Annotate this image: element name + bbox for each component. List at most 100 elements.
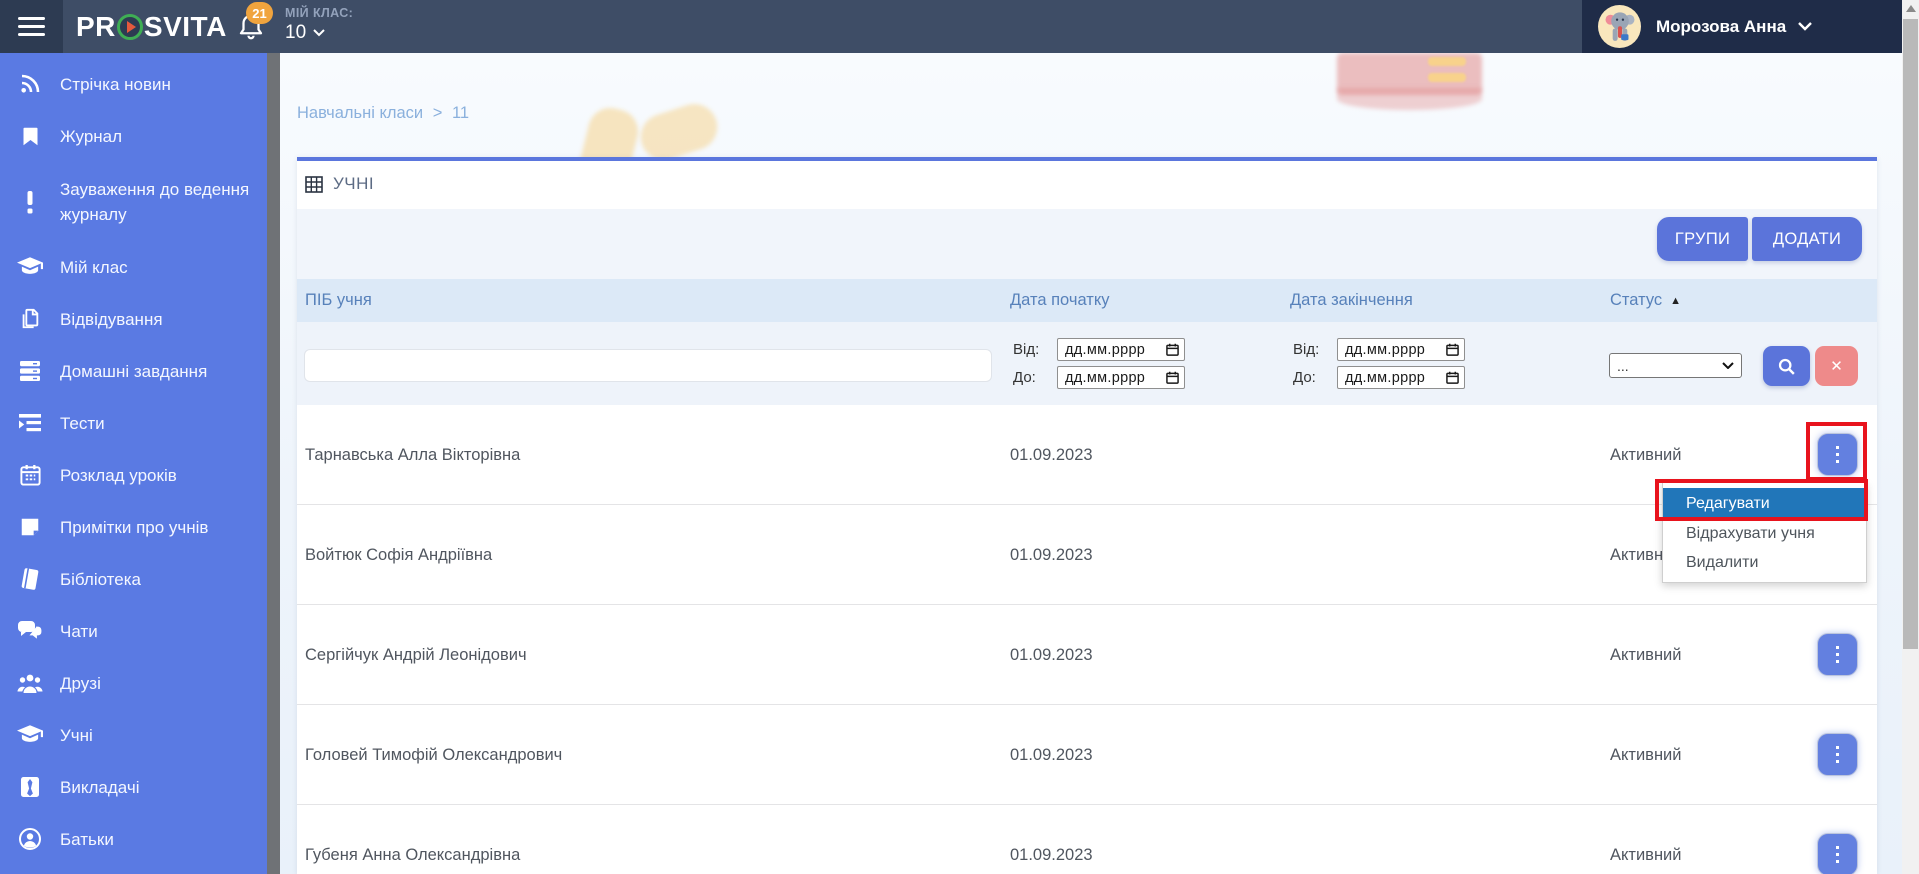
menu-item-expel-student[interactable]: Відрахувати учня (1663, 519, 1866, 548)
class-selector[interactable]: МІЙ КЛАС: 10 (285, 6, 353, 44)
sidebar-item-label: Стрічка новин (60, 72, 181, 97)
exclamation-icon (17, 189, 43, 215)
name-filter-input[interactable] (304, 349, 992, 382)
scrollbar-up-arrow[interactable] (1906, 5, 1916, 12)
sidebar-item-parents[interactable]: Батьки (0, 813, 267, 865)
class-selector-label: МІЙ КЛАС: (285, 6, 353, 20)
sidebar-item-teachers[interactable]: Викладачі (0, 761, 267, 813)
sidebar-item-chats[interactable]: Чати (0, 605, 267, 657)
groups-button[interactable]: ГРУПИ (1657, 217, 1748, 261)
search-icon (1777, 357, 1796, 376)
toolbar-band (297, 209, 1877, 279)
app-logo[interactable]: PR SVITA (76, 0, 227, 53)
sidebar-item-friends[interactable]: Друзі (0, 657, 267, 709)
sidebar-item-journal-remarks[interactable]: Зауваження до ведення журналу (0, 162, 267, 241)
sidebar-item-student-notes[interactable]: Примітки про учнів (0, 501, 267, 553)
chevron-down-icon (1722, 362, 1734, 369)
student-name: Сергійчук Андрій Леонідович (305, 605, 527, 705)
status-value: Активний (1610, 605, 1682, 705)
sidebar-item-attendance[interactable]: Відвідування (0, 293, 267, 345)
avatar (1598, 5, 1641, 48)
app-root: PR SVITA 21 МІЙ КЛАС: 10 (0, 0, 1919, 874)
sidebar-item-label: Мій клас (60, 255, 138, 280)
start-date: 01.09.2023 (1010, 605, 1093, 705)
from-label: Від: (1013, 341, 1057, 358)
status-value: Активний (1610, 805, 1682, 874)
sidebar-item-journal[interactable]: Журнал (0, 110, 267, 162)
column-header-status[interactable]: Статус ▲ (1610, 279, 1681, 322)
chevron-down-icon (313, 29, 325, 37)
chevron-down-icon (1798, 22, 1812, 31)
student-name: Войтюк Софія Андріївна (305, 505, 492, 605)
calendar-picker-icon[interactable] (1166, 343, 1179, 356)
attendance-icon (17, 306, 43, 332)
watermark-book-stripe (1428, 57, 1466, 66)
start-date: 01.09.2023 (1010, 505, 1093, 605)
note-icon (17, 514, 43, 540)
table-grid-icon (305, 176, 323, 193)
row-actions-button[interactable] (1817, 833, 1858, 874)
students-card: УЧНІ ГРУПИ ДОДАТИ ПІБ учня Дата початку … (297, 157, 1877, 874)
start-date-from-input[interactable]: дд.мм.рррр (1057, 338, 1185, 361)
sidebar-item-library[interactable]: Бібліотека (0, 553, 267, 605)
sidebar-item-students[interactable]: Учні (0, 709, 267, 761)
calendar-icon (17, 462, 43, 488)
card-title-text: УЧНІ (333, 174, 374, 194)
sidebar-item-label: Бібліотека (60, 567, 151, 592)
breadcrumb-classes-link[interactable]: Навчальні класи (297, 104, 423, 122)
sidebar-item-label: Тести (60, 411, 115, 436)
sidebar-item-homework[interactable]: Домашні завдання (0, 345, 267, 397)
sidebar-item-schedule[interactable]: Розклад уроків (0, 449, 267, 501)
sidebar-item-tests[interactable]: Тести (0, 397, 267, 449)
add-button[interactable]: ДОДАТИ (1752, 217, 1862, 261)
top-bar: PR SVITA 21 МІЙ КЛАС: 10 (0, 0, 1902, 53)
elephant-avatar-icon (1602, 8, 1638, 46)
user-menu[interactable]: Морозова Анна (1582, 0, 1902, 53)
tie-icon (17, 774, 43, 800)
logo-play-icon (117, 14, 143, 40)
user-name: Морозова Анна (1656, 17, 1786, 37)
graduation-cap-icon (17, 722, 43, 748)
calendar-picker-icon[interactable] (1166, 371, 1179, 384)
table-row: Тарнавська Алла Вікторівна 01.09.2023 Ак… (297, 405, 1877, 505)
sidebar-item-news-feed[interactable]: Стрічка новин (0, 58, 267, 110)
graduation-cap-icon (17, 254, 43, 280)
sidebar-item-label: Зауваження до ведення журналу (60, 177, 267, 227)
end-date-from-input[interactable]: дд.мм.рррр (1337, 338, 1465, 361)
scrollbar-thumb[interactable] (1903, 19, 1918, 649)
sidebar-nav: Стрічка новин Журнал Зауваження до веден… (0, 53, 267, 874)
menu-item-edit[interactable]: Редагувати (1663, 488, 1866, 519)
logo-text-pre: PR (76, 11, 116, 43)
status-filter-select[interactable]: ... (1609, 353, 1742, 378)
search-button[interactable] (1763, 346, 1810, 386)
table-row: Сергійчук Андрій Леонідович 01.09.2023 А… (297, 605, 1877, 705)
hamburger-icon (18, 17, 45, 36)
row-actions-menu: Редагувати Відрахувати учня Видалити (1662, 482, 1867, 583)
sidebar-item-label: Друзі (60, 671, 111, 696)
row-actions-button[interactable] (1817, 733, 1858, 776)
row-actions-button[interactable] (1817, 633, 1858, 676)
sidebar-item-label: Чати (60, 619, 108, 644)
hamburger-menu-button[interactable] (0, 0, 63, 53)
row-actions-button[interactable] (1817, 433, 1858, 476)
student-name: Тарнавська Алла Вікторівна (305, 405, 520, 505)
end-date-to-input[interactable]: дд.мм.рррр (1337, 366, 1465, 389)
status-value: Активний (1610, 705, 1682, 805)
class-selector-value: 10 (285, 22, 306, 44)
column-header-name[interactable]: ПІБ учня (305, 279, 372, 322)
calendar-picker-icon[interactable] (1446, 343, 1459, 356)
start-date-to-input[interactable]: дд.мм.рррр (1057, 366, 1185, 389)
watermark-book-stripe (1428, 73, 1466, 82)
sidebar-scrollbar[interactable] (267, 53, 280, 874)
calendar-picker-icon[interactable] (1446, 371, 1459, 384)
column-header-start-date[interactable]: Дата початку (1010, 279, 1110, 322)
start-date-filter-group: Від: дд.мм.рррр До: дд.мм.рррр (1013, 338, 1185, 389)
sidebar-item-label: Учні (60, 723, 103, 748)
close-icon: ✕ (1830, 358, 1843, 375)
page-scrollbar[interactable] (1902, 0, 1919, 874)
column-header-end-date[interactable]: Дата закінчення (1290, 279, 1413, 322)
clear-filter-button[interactable]: ✕ (1815, 346, 1858, 386)
sidebar-item-my-class[interactable]: Мій клас (0, 241, 267, 293)
sidebar-item-label: Примітки про учнів (60, 515, 218, 540)
menu-item-delete[interactable]: Видалити (1663, 548, 1866, 577)
